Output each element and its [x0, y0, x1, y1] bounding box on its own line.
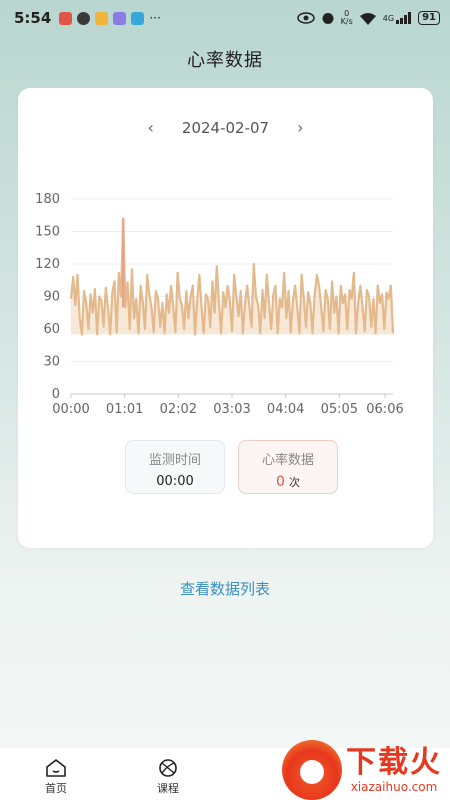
app-notification-icon	[59, 11, 73, 25]
app-notification-icon	[113, 11, 127, 25]
status-time: 5:54	[14, 9, 52, 27]
monitor-time-box: 监测时间 00:00	[125, 440, 225, 494]
tab-course-label: 课程	[157, 782, 179, 795]
watermark-url: xiazaihuo.com	[350, 780, 438, 794]
browser-icon	[131, 11, 145, 25]
view-data-list-link[interactable]: 查看数据列表	[0, 578, 450, 599]
network-speed: 0 K/s	[340, 9, 353, 26]
notification-icons: ···	[59, 11, 161, 25]
x-tick-label: 06:06	[366, 402, 403, 417]
wifi-icon	[359, 12, 376, 25]
x-tick-label: 00:00	[52, 402, 89, 417]
network-type: 4G	[382, 13, 395, 23]
heart-rate-card: ‹ 2024-02-07 › 0 30 60 90 120 150 180 00:00 01:0…	[18, 88, 433, 548]
x-tick-label: 05:05	[321, 402, 358, 417]
tab-course[interactable]: 课程	[112, 748, 224, 800]
heart-rate-chart: 0 30 60 90 120 150 180 00:00 01:01 02:02 03:03 04:0…	[35, 192, 404, 417]
y-tick-label: 150	[35, 225, 60, 240]
watermark-logo-icon	[282, 740, 342, 800]
heart-rate-unit: 次	[288, 476, 300, 489]
page-title: 心率数据	[187, 50, 263, 71]
mail-icon	[95, 11, 109, 25]
signal-icon	[396, 12, 412, 24]
y-tick-label: 120	[35, 257, 60, 272]
x-tick-label: 02:02	[160, 402, 197, 417]
ball-icon	[159, 759, 177, 777]
y-tick-label: 30	[43, 355, 60, 370]
x-tick-label: 03:03	[213, 402, 250, 417]
watermark: 下载火 xiazaihuo.com	[282, 740, 442, 800]
status-bar: 5:54 ··· 0 K/s 4G 91	[0, 0, 450, 36]
battery-indicator: 91	[418, 11, 440, 25]
heart-rate-number: 0	[276, 474, 285, 490]
alarm-icon	[322, 13, 334, 24]
heart-rate-label: 心率数据	[261, 453, 314, 468]
watermark-cn: 下载火	[346, 745, 442, 780]
tab-home-label: 首页	[45, 782, 67, 795]
selected-date: 2024-02-07	[181, 118, 270, 137]
y-tick-label: 60	[43, 322, 60, 337]
x-tick-label: 01:01	[106, 402, 143, 417]
heart-rate-box: 心率数据 0次	[238, 440, 338, 494]
more-notifications-icon: ···	[149, 11, 161, 25]
qq-icon	[77, 11, 91, 25]
chevron-right-icon[interactable]: ›	[297, 118, 303, 137]
y-tick-label: 180	[35, 192, 60, 207]
tab-home[interactable]: 首页	[0, 748, 112, 800]
status-right: 0 K/s 4G 91	[296, 9, 440, 26]
monitor-time-value: 00:00	[156, 474, 194, 489]
eye-icon	[296, 12, 315, 24]
y-tick-label: 90	[43, 290, 60, 305]
home-icon	[46, 759, 66, 777]
monitor-time-label: 监测时间	[148, 453, 201, 468]
y-tick-label: 0	[52, 387, 60, 402]
date-navigator: ‹ 2024-02-07 ›	[18, 118, 433, 137]
chevron-left-icon[interactable]: ‹	[148, 118, 154, 137]
watermark-text: 下载火 xiazaihuo.com	[346, 745, 442, 795]
heart-rate-value: 0次	[239, 474, 337, 490]
x-tick-label: 04:04	[267, 402, 304, 417]
